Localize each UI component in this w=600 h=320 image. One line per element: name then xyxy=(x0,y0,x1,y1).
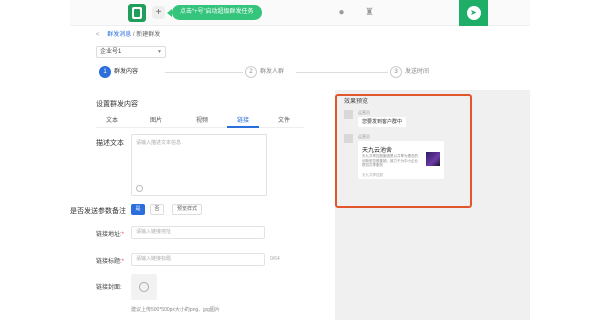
link-title-input[interactable]: 请输入链接标题 xyxy=(131,253,265,266)
app-logo-icon xyxy=(128,4,146,22)
toggle-yes-button[interactable]: 是 xyxy=(131,204,145,215)
step-number: 3 xyxy=(390,66,402,78)
step-connector xyxy=(296,72,388,73)
sender-name: 运营员 xyxy=(358,110,370,115)
step-connector xyxy=(165,72,243,73)
card-desc: 天九共享控股集团是以共享为理念的创新型控股集团，致力于为中小企业提供共享服务 xyxy=(362,154,418,167)
required-mark: * xyxy=(121,259,125,265)
tab-image[interactable]: 图片 xyxy=(140,116,172,126)
step-number: 2 xyxy=(245,66,257,78)
message-bubble: 您要发到客户群中 xyxy=(358,117,407,127)
section-title: 设置群发内容 xyxy=(96,101,138,108)
add-button[interactable]: + xyxy=(152,6,165,19)
sender-name: 运营员 xyxy=(358,134,370,139)
cover-upload[interactable] xyxy=(131,274,157,300)
emoji-icon[interactable] xyxy=(136,185,143,192)
step-label: 群发内容 xyxy=(114,69,139,75)
desc-placeholder: 请输入描述文本信息 xyxy=(136,140,182,146)
hint-pill: 点击“+号”启动超级群发任务 xyxy=(167,5,262,20)
breadcrumb-separator: / xyxy=(132,32,135,38)
title-char-counter: 0/64 xyxy=(270,256,280,262)
preview-title: 效果预览 xyxy=(344,99,369,105)
required-mark: * xyxy=(121,232,125,238)
paperclip-icon xyxy=(136,279,152,295)
send-tab[interactable]: ➤ xyxy=(459,0,488,26)
breadcrumb: < 群发消息 / 新建群发 xyxy=(96,29,160,38)
account-select[interactable]: 企业号1 ▼ xyxy=(96,46,166,58)
step-3[interactable]: 3 发送时间 xyxy=(390,66,429,78)
step-2[interactable]: 2 群发人群 xyxy=(245,66,284,78)
avatar xyxy=(344,110,353,119)
tab-video[interactable]: 视频 xyxy=(186,116,218,126)
link-card-preview: 天九云池舍 天九共享控股集团是以共享为理念的创新型控股集团，致力于为中小企业提供… xyxy=(358,141,444,179)
param-toggle-label: 是否发送参数备注 xyxy=(70,208,126,215)
tab-link[interactable]: 链接 xyxy=(227,116,259,128)
link-url-label-text: 链接地址: xyxy=(96,232,122,238)
cover-hint: 建议上传500*500px大小的png、jpg图片 xyxy=(131,307,220,313)
link-title-label-text: 链接标题: xyxy=(96,259,122,265)
step-1[interactable]: 1 群发内容 xyxy=(99,66,138,78)
preview-style-button[interactable]: 预览样式 xyxy=(172,204,202,215)
desc-textarea[interactable]: 请输入描述文本信息 xyxy=(131,134,267,196)
link-title-label: 链接标题:* xyxy=(96,256,126,265)
cover-label: 链接封面: xyxy=(96,282,126,291)
step-label: 发送时间 xyxy=(405,69,430,75)
step-number: 1 xyxy=(99,66,111,78)
content-type-tabs: 文本 图片 视频 链接 文件 xyxy=(96,116,304,128)
tab-file[interactable]: 文件 xyxy=(268,116,300,126)
tab-text[interactable]: 文本 xyxy=(96,116,128,126)
breadcrumb-current: 新建群发 xyxy=(136,32,161,38)
account-select-value: 企业号1 xyxy=(100,49,122,55)
chevron-down-icon: ▼ xyxy=(157,49,162,55)
card-source: 天九共享控股 xyxy=(362,173,383,177)
link-url-input[interactable]: 请输入链接地址 xyxy=(131,226,265,239)
card-thumbnail xyxy=(426,152,440,166)
top-bar: + 点击“+号”启动超级群发任务 ● ♜ ➤ xyxy=(70,0,530,26)
step-label: 群发人群 xyxy=(260,69,285,75)
link-url-label: 链接地址:* xyxy=(96,229,126,238)
card-title: 天九云池舍 xyxy=(362,148,393,154)
cover-label-text: 链接封面: xyxy=(96,285,122,291)
send-icon: ➤ xyxy=(466,6,481,20)
avatar xyxy=(344,134,353,143)
medal-icon[interactable]: ♜ xyxy=(362,5,377,20)
toggle-no-button[interactable]: 否 xyxy=(150,204,164,215)
breadcrumb-parent[interactable]: 群发消息 xyxy=(107,32,131,38)
desc-label: 描述文本 xyxy=(96,140,124,147)
chat-bubble-icon[interactable]: ● xyxy=(334,5,349,20)
back-icon[interactable]: < xyxy=(96,32,100,38)
